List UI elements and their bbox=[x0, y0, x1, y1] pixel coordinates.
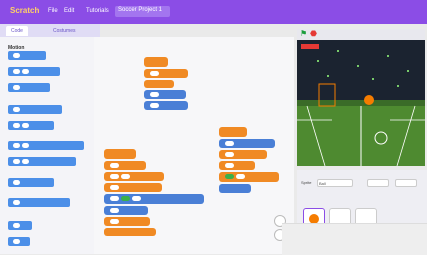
y-input[interactable] bbox=[395, 179, 417, 187]
menu-bar: Scratch File Edit Tutorials Soccer Proje… bbox=[0, 0, 427, 24]
code-block[interactable] bbox=[219, 172, 279, 182]
palette-block[interactable] bbox=[8, 83, 50, 92]
code-block[interactable] bbox=[219, 184, 251, 193]
script-stack[interactable] bbox=[104, 149, 204, 238]
code-block[interactable] bbox=[104, 228, 156, 236]
code-block[interactable] bbox=[104, 161, 146, 170]
code-block[interactable] bbox=[104, 206, 148, 215]
scratch-logo[interactable]: Scratch bbox=[10, 6, 39, 15]
palette-block[interactable] bbox=[8, 157, 76, 166]
x-input[interactable] bbox=[367, 179, 389, 187]
stage-canvas bbox=[297, 40, 425, 167]
code-block[interactable] bbox=[144, 90, 186, 99]
tab-code[interactable]: Code bbox=[6, 26, 28, 36]
palette-block[interactable] bbox=[8, 67, 60, 76]
score-display bbox=[301, 44, 319, 49]
code-block[interactable] bbox=[219, 161, 255, 170]
palette-block[interactable] bbox=[8, 105, 62, 114]
palette-block[interactable] bbox=[8, 141, 84, 150]
palette-block[interactable] bbox=[8, 221, 32, 230]
block-palette: Motion bbox=[0, 37, 95, 254]
event-hat-block[interactable] bbox=[104, 149, 136, 159]
menu-edit[interactable]: Edit bbox=[64, 8, 74, 14]
script-stack[interactable] bbox=[144, 57, 188, 112]
project-title-field[interactable]: Soccer Project 1 bbox=[115, 6, 170, 17]
script-stack[interactable] bbox=[219, 127, 279, 195]
code-block[interactable] bbox=[144, 80, 174, 88]
code-block[interactable] bbox=[219, 150, 267, 159]
palette-block[interactable] bbox=[8, 121, 54, 130]
code-block[interactable] bbox=[104, 172, 164, 181]
stop-icon[interactable]: ⬣ bbox=[310, 30, 318, 38]
editor-tabs: Code Costumes bbox=[0, 24, 100, 37]
code-block[interactable] bbox=[219, 139, 275, 148]
stage[interactable] bbox=[297, 40, 425, 167]
palette-block[interactable] bbox=[8, 178, 54, 187]
menu-tutorials[interactable]: Tutorials bbox=[86, 8, 109, 14]
code-area[interactable] bbox=[94, 37, 294, 254]
ball-sprite bbox=[364, 95, 374, 105]
code-block[interactable] bbox=[104, 217, 150, 226]
menu-file[interactable]: File bbox=[48, 8, 58, 14]
tab-costumes[interactable]: Costumes bbox=[48, 26, 81, 36]
event-hat-block[interactable] bbox=[219, 127, 247, 137]
code-block[interactable] bbox=[104, 183, 162, 192]
foreground-paper bbox=[282, 223, 427, 255]
palette-block[interactable] bbox=[8, 198, 70, 207]
palette-block[interactable] bbox=[8, 51, 46, 60]
code-block[interactable] bbox=[104, 194, 204, 204]
sprite-label: Sprite bbox=[301, 180, 312, 185]
code-block[interactable] bbox=[144, 101, 188, 110]
event-hat-block[interactable] bbox=[144, 57, 168, 67]
palette-block[interactable] bbox=[8, 237, 30, 246]
sprite-name-input[interactable]: Ball bbox=[317, 179, 353, 187]
green-flag-icon[interactable]: ⚑ bbox=[300, 30, 308, 38]
code-block[interactable] bbox=[144, 69, 188, 78]
